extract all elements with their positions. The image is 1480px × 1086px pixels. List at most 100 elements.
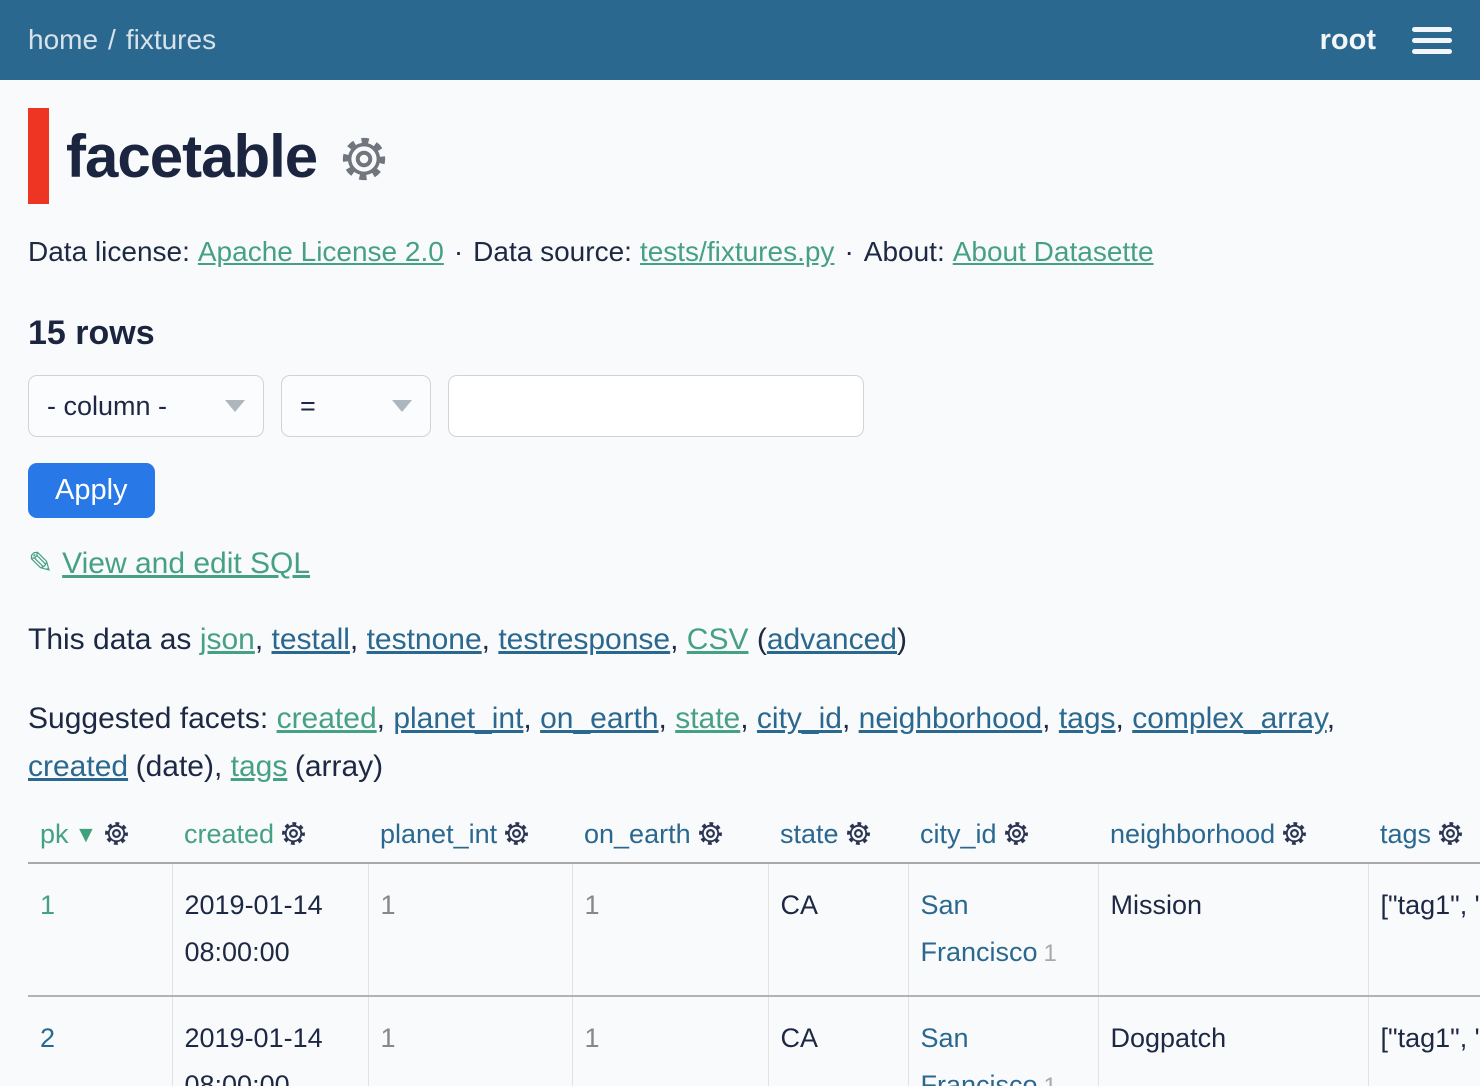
export-json-link[interactable]: json (200, 623, 255, 656)
title-accent-bar (28, 108, 49, 204)
facet-state-link[interactable]: state (675, 702, 740, 735)
facet-complex-array-link[interactable]: complex_array (1132, 702, 1327, 735)
cell-planet-int: 1 (368, 996, 572, 1086)
sort-created-link[interactable]: created (184, 819, 274, 849)
sql-link-row: ✎ View and edit SQL (28, 546, 1452, 581)
filter-operator-value: = (300, 391, 316, 422)
filter-column-select[interactable]: - column - (28, 375, 264, 437)
breadcrumb-fixtures-link[interactable]: fixtures (126, 24, 216, 56)
facet-planet-int-link[interactable]: planet_int (393, 702, 523, 735)
row-pk-link[interactable]: 1 (40, 890, 55, 920)
column-menu-gear-icon[interactable] (503, 820, 530, 847)
facets-prefix: Suggested facets: (28, 702, 268, 735)
metadata-line: Data license:Apache License 2.0·Data sou… (28, 236, 1452, 268)
cell-city-id: San Francisco1 (908, 863, 1098, 996)
sort-city-id-link[interactable]: city_id (920, 819, 997, 849)
column-header-city-id: city_id (908, 813, 1098, 863)
cell-neighborhood: Dogpatch (1098, 996, 1368, 1086)
data-source-link[interactable]: tests/fixtures.py (640, 236, 835, 267)
hamburger-menu-icon[interactable] (1412, 27, 1452, 54)
sort-neighborhood-link[interactable]: neighborhood (1110, 819, 1275, 849)
apply-button[interactable]: Apply (28, 463, 155, 518)
facet-neighborhood-link[interactable]: neighborhood (859, 702, 1043, 735)
facet-city-id-link[interactable]: city_id (757, 702, 842, 735)
column-header-tags: tags (1368, 813, 1480, 863)
cell-state: CA (768, 863, 908, 996)
about-link[interactable]: About Datasette (953, 236, 1154, 267)
column-menu-gear-icon[interactable] (1003, 820, 1030, 847)
column-header-pk: pk▼ (28, 813, 172, 863)
city-id-count: 1 (1044, 1073, 1057, 1086)
data-source-label: Data source: (473, 236, 632, 267)
table-row: 1 2019-01-14 08:00:00 1 1 CA San Francis… (28, 863, 1480, 996)
user-root-link[interactable]: root (1320, 24, 1376, 57)
cell-tags: ["tag1", "tag2"] (1368, 863, 1480, 996)
city-id-link[interactable]: San Francisco (921, 1023, 1038, 1086)
cell-created: 2019-01-14 08:00:00 (172, 996, 368, 1086)
sort-pk-link[interactable]: pk (40, 819, 69, 849)
cell-created: 2019-01-14 08:00:00 (172, 863, 368, 996)
sort-desc-icon: ▼ (75, 821, 98, 847)
view-edit-sql-link[interactable]: View and edit SQL (62, 547, 310, 580)
breadcrumb-home-link[interactable]: home (28, 24, 98, 56)
top-nav-bar: home / fixtures root (0, 0, 1480, 80)
export-testresponse-link[interactable]: testresponse (498, 623, 670, 656)
filter-operator-select[interactable]: = (281, 375, 431, 437)
page-title: facetable (66, 122, 317, 191)
facet-created-date-link[interactable]: created (28, 750, 128, 783)
facet-tags-array-link[interactable]: tags (231, 750, 288, 783)
pencil-icon: ✎ (28, 547, 53, 580)
results-table-container: pk▼ created planet_int on_earth state ci… (28, 813, 1480, 1086)
table-row: 2 2019-01-14 08:00:00 1 1 CA San Francis… (28, 996, 1480, 1086)
sort-planet-int-link[interactable]: planet_int (380, 819, 497, 849)
facet-on-earth-link[interactable]: on_earth (540, 702, 658, 735)
filter-value-input[interactable] (448, 375, 864, 437)
cell-pk: 2 (28, 996, 172, 1086)
about-label: About: (864, 236, 945, 267)
export-testnone-link[interactable]: testnone (367, 623, 482, 656)
results-table: pk▼ created planet_int on_earth state ci… (28, 813, 1480, 1086)
cell-on-earth: 1 (572, 863, 768, 996)
breadcrumb-separator: / (108, 24, 116, 56)
table-settings-gear-icon[interactable] (339, 134, 389, 184)
cell-on-earth: 1 (572, 996, 768, 1086)
chevron-down-icon (225, 400, 245, 412)
export-links-row: This data asjson, testall, testnone, tes… (28, 623, 1452, 657)
cell-state: CA (768, 996, 908, 1086)
breadcrumb: home / fixtures (28, 24, 216, 56)
sort-tags-link[interactable]: tags (1380, 819, 1431, 849)
sort-state-link[interactable]: state (780, 819, 839, 849)
export-advanced-link[interactable]: advanced (767, 623, 897, 656)
column-header-neighborhood: neighborhood (1098, 813, 1368, 863)
export-csv-link[interactable]: CSV (687, 623, 749, 656)
export-testall-link[interactable]: testall (272, 623, 350, 656)
chevron-down-icon (392, 400, 412, 412)
data-license-link[interactable]: Apache License 2.0 (198, 236, 444, 267)
sort-on-earth-link[interactable]: on_earth (584, 819, 691, 849)
filter-row: - column - = (28, 375, 1452, 437)
column-menu-gear-icon[interactable] (845, 820, 872, 847)
suggested-facets-row: Suggested facets:created, planet_int, on… (28, 695, 1452, 791)
column-header-created: created (172, 813, 368, 863)
table-header-row: pk▼ created planet_int on_earth state ci… (28, 813, 1480, 863)
city-id-link[interactable]: San Francisco (921, 890, 1038, 967)
column-menu-gear-icon[interactable] (1281, 820, 1308, 847)
cell-neighborhood: Mission (1098, 863, 1368, 996)
row-pk-link[interactable]: 2 (40, 1023, 55, 1053)
row-count-heading: 15 rows (28, 314, 1452, 353)
column-menu-gear-icon[interactable] (280, 820, 307, 847)
page-title-row: facetable (28, 108, 1452, 204)
facet-tags-link[interactable]: tags (1059, 702, 1116, 735)
column-menu-gear-icon[interactable] (697, 820, 724, 847)
column-header-state: state (768, 813, 908, 863)
cell-city-id: San Francisco 1 (908, 996, 1098, 1086)
city-id-count: 1 (1044, 940, 1057, 967)
column-menu-gear-icon[interactable] (1437, 820, 1464, 847)
facet-created-link[interactable]: created (277, 702, 377, 735)
column-header-on-earth: on_earth (572, 813, 768, 863)
cell-pk: 1 (28, 863, 172, 996)
cell-planet-int: 1 (368, 863, 572, 996)
filter-column-value: - column - (47, 391, 167, 422)
column-menu-gear-icon[interactable] (103, 820, 130, 847)
column-header-planet-int: planet_int (368, 813, 572, 863)
